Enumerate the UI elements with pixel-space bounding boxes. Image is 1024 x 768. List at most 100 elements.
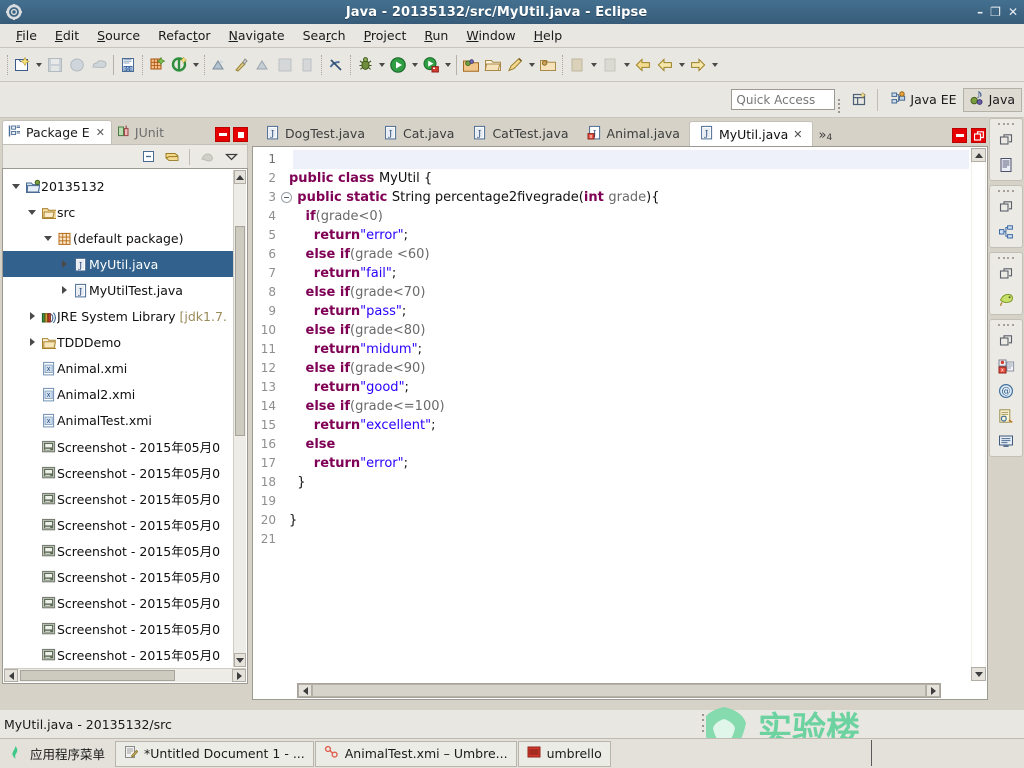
perspective-java-ee[interactable]: Java EE xyxy=(885,88,962,112)
tree-item-tdddemo[interactable]: TDDDemo xyxy=(3,329,233,355)
previous-edit-icon[interactable] xyxy=(566,53,588,77)
new-annotation-icon[interactable] xyxy=(504,53,526,77)
code-line[interactable]: return"error"; xyxy=(289,226,969,245)
scroll-down-button[interactable] xyxy=(234,653,246,667)
problems-view-icon[interactable]: x xyxy=(995,355,1017,377)
new-annotation-dropdown-arrow[interactable] xyxy=(526,53,537,77)
tab-package-explorer[interactable]: Package E ✕ xyxy=(2,120,112,144)
tree-item-animaltest-xmi[interactable]: x AnimalTest.xmi xyxy=(3,407,233,433)
menu-navigate[interactable]: Navigate xyxy=(221,26,293,45)
tree-item-myutiltest-java[interactable]: J MyUtilTest.java xyxy=(3,277,233,303)
code-line[interactable]: else if(grade<80) xyxy=(289,321,969,340)
menu-project[interactable]: Project xyxy=(356,26,415,45)
menu-file[interactable]: File xyxy=(8,26,45,45)
editor-scroll-right-button[interactable] xyxy=(926,684,940,697)
restore-editor-button[interactable] xyxy=(971,128,986,143)
tree-item-screenshot-2015-05-0[interactable]: Screenshot - 2015年05月0 xyxy=(3,563,233,589)
restore-view-icon[interactable] xyxy=(995,129,1017,151)
new-wizard-dropdown-arrow[interactable] xyxy=(33,53,44,77)
scroll-left-button[interactable] xyxy=(4,669,18,682)
code-line[interactable] xyxy=(289,150,969,169)
previous-edit-dropdown-arrow[interactable] xyxy=(588,53,599,77)
view-menu-icon[interactable] xyxy=(221,147,241,167)
tree-item-myutil-java[interactable]: J MyUtil.java xyxy=(3,251,233,277)
javadoc-view-icon[interactable] xyxy=(995,154,1017,176)
tree-twisty-down-icon[interactable] xyxy=(25,210,39,215)
restore-view-icon[interactable] xyxy=(995,330,1017,352)
javadoc-at-view-icon[interactable]: @ xyxy=(995,380,1017,402)
editor-tab-overflow-chevron[interactable]: » 4 xyxy=(813,128,837,146)
collapse-all-icon[interactable] xyxy=(138,147,158,167)
scroll-right-button[interactable] xyxy=(232,669,246,682)
menu-source[interactable]: Source xyxy=(89,26,148,45)
tree-item-animal-xmi[interactable]: x Animal.xmi xyxy=(3,355,233,381)
perspective-bar-grip[interactable] xyxy=(838,89,845,111)
tree-twisty-down-icon[interactable] xyxy=(41,236,55,241)
tree-item-screenshot-2015-05-0[interactable]: Screenshot - 2015年05月0 xyxy=(3,459,233,485)
print-icon[interactable] xyxy=(88,53,110,77)
code-line[interactable]: if(grade<0) xyxy=(289,207,969,226)
next-annotation-icon[interactable] xyxy=(274,53,296,77)
editor-tab-cattest-java[interactable]: J CatTest.java xyxy=(463,121,577,146)
maximize-view-button[interactable] xyxy=(233,127,248,142)
code-line[interactable]: } xyxy=(289,473,969,492)
code-line[interactable]: return"pass"; xyxy=(289,302,969,321)
editor-horizontal-thumb[interactable] xyxy=(312,684,926,697)
new-java-package-icon[interactable] xyxy=(146,53,168,77)
tree-twisty-right-icon[interactable] xyxy=(25,338,39,346)
maximize-window-button[interactable]: ❐ xyxy=(990,6,1001,18)
stack-grip[interactable] xyxy=(998,121,1014,126)
taskbar-item-umbrello[interactable]: umbrello xyxy=(517,740,611,767)
taskbar-item-untitled-document[interactable]: *Untitled Document 1 - ... xyxy=(115,740,314,767)
code-line[interactable]: } xyxy=(289,511,969,530)
search-icon[interactable] xyxy=(252,53,274,77)
editor-vertical-thumb[interactable] xyxy=(972,162,985,667)
tree-item-screenshot-2015-05-0[interactable]: Screenshot - 2015年05月0 xyxy=(3,485,233,511)
minimize-view-button[interactable] xyxy=(215,127,230,142)
next-edit-icon[interactable] xyxy=(599,53,621,77)
menu-run[interactable]: Run xyxy=(416,26,456,45)
external-tools-dropdown-arrow[interactable] xyxy=(442,53,453,77)
editor-tab-animal-java[interactable]: Jx Animal.java xyxy=(578,121,689,146)
editor-tab-dogtest-java[interactable]: J DogTest.java xyxy=(256,121,374,146)
code-line[interactable]: return"excellent"; xyxy=(289,416,969,435)
quick-access-input[interactable] xyxy=(731,89,836,110)
toggle-breadcrumb-icon[interactable]: 010 xyxy=(117,53,139,77)
code-line[interactable] xyxy=(289,492,969,511)
editor-scroll-left-button[interactable] xyxy=(298,684,312,697)
editor-horizontal-scrollbar[interactable] xyxy=(297,683,941,698)
package-explorer-vertical-scrollbar[interactable] xyxy=(233,170,246,667)
new-umbrello-diagram-icon[interactable] xyxy=(460,53,482,77)
debug-dropdown-arrow[interactable] xyxy=(376,53,387,77)
stack-grip[interactable] xyxy=(998,255,1014,260)
forward-alt-icon[interactable] xyxy=(687,53,709,77)
code-line[interactable]: public static String percentage2fivegrad… xyxy=(289,188,969,207)
perspective-java[interactable]: J Java xyxy=(962,87,1022,112)
vertical-scrollbar-thumb[interactable] xyxy=(235,226,245,436)
tab-junit[interactable]: JUnit xyxy=(112,120,170,144)
tree-item-screenshot-2015-05-0[interactable]: Screenshot - 2015年05月0 xyxy=(3,589,233,615)
code-line[interactable] xyxy=(289,530,969,549)
tree-twisty-down-icon[interactable] xyxy=(9,184,23,189)
scroll-up-button[interactable] xyxy=(234,170,246,184)
code-line[interactable]: else if(grade<90) xyxy=(289,359,969,378)
menu-window[interactable]: Window xyxy=(458,26,523,45)
code-line[interactable]: else if(grade <60) xyxy=(289,245,969,264)
menu-help[interactable]: Help xyxy=(526,26,571,45)
build-all-icon[interactable] xyxy=(230,53,252,77)
code-line[interactable]: return"fail"; xyxy=(289,264,969,283)
editor-scroll-up-button[interactable] xyxy=(971,148,986,162)
menu-search[interactable]: Search xyxy=(295,26,354,45)
stack-grip[interactable] xyxy=(998,322,1014,327)
minimize-window-button[interactable]: – xyxy=(977,6,983,18)
stack-grip[interactable] xyxy=(998,188,1014,193)
tree-item-src[interactable]: src xyxy=(3,199,233,225)
tree-item-20135132[interactable]: 20135132 xyxy=(3,173,233,199)
open-type-icon[interactable] xyxy=(208,53,230,77)
minimize-editor-button[interactable] xyxy=(952,128,967,143)
code-content[interactable]: public class MyUtil { public static Stri… xyxy=(289,147,969,699)
code-line[interactable]: return"good"; xyxy=(289,378,969,397)
task-repositories-icon[interactable] xyxy=(995,288,1017,310)
restore-view-icon[interactable] xyxy=(995,263,1017,285)
focus-on-active-task-icon[interactable] xyxy=(197,147,217,167)
